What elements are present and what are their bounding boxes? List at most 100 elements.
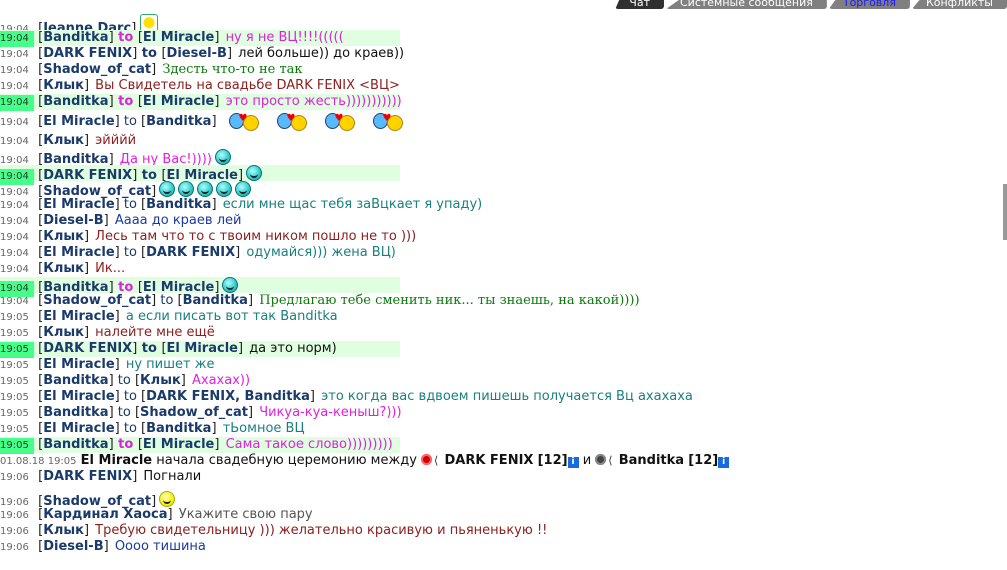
- sender-nick[interactable]: Клык: [43, 325, 84, 340]
- message-text: Сама такое слово))))))))): [225, 437, 393, 452]
- message-time: 19:06: [0, 542, 29, 553]
- message-time: 19:04: [0, 49, 29, 60]
- message-time: 19:04: [0, 216, 29, 227]
- smiley-icon: [222, 277, 239, 293]
- bracket: ]: [237, 341, 244, 356]
- recipient-nick[interactable]: Banditka: [146, 114, 211, 129]
- to-label: to: [119, 114, 142, 129]
- recipient-nick[interactable]: Banditka: [146, 421, 211, 436]
- recipient-nick[interactable]: DARK FENIX: [146, 245, 235, 260]
- message-text: Лесь там что то с твоим ником пошло не т…: [95, 229, 417, 244]
- actor-name[interactable]: El Miracle: [81, 453, 152, 468]
- sender-nick[interactable]: Banditka: [43, 30, 108, 45]
- message-text: это просто жесть))))))))))): [225, 94, 402, 109]
- chat-line: 19:04 [Banditka] Да ну Вас!)))): [0, 149, 1000, 167]
- message-time: 19:05: [0, 392, 29, 403]
- recipient-nick[interactable]: Shadow_of_cat: [140, 405, 248, 420]
- info-icon[interactable]: i: [718, 457, 730, 468]
- message-text: одумайся))) жена ВЦ): [246, 245, 396, 260]
- chat-line: 19:04 [El Miracle] to [Banditka] если мн…: [0, 197, 1000, 213]
- to-label: to: [113, 373, 135, 388]
- info-icon[interactable]: i: [567, 457, 579, 468]
- message-text: ну я не ВЦ!!!!(((((: [225, 30, 344, 45]
- sender-nick[interactable]: Клык: [43, 133, 84, 148]
- message-text: тЬомное ВЦ: [222, 421, 305, 436]
- heart-icon: ♥: [238, 113, 248, 124]
- bracket: ]: [132, 469, 138, 484]
- tab-2[interactable]: Торговля: [828, 0, 910, 9]
- bracket: ]: [180, 373, 186, 388]
- bracket: ]: [235, 245, 241, 260]
- sender-nick[interactable]: Shadow_of_cat: [43, 62, 151, 77]
- to-label: to: [113, 94, 138, 109]
- recipient-nick[interactable]: El Miracle: [143, 437, 214, 452]
- sender-nick[interactable]: El Miracle: [43, 309, 114, 324]
- kiss-smiley-icon: ♥: [276, 111, 313, 131]
- recipient-nick[interactable]: El Miracle: [167, 341, 238, 356]
- message-time: 19:05: [0, 360, 29, 371]
- message-time: 19:06: [0, 526, 29, 537]
- recipient-nick[interactable]: Diesel-B: [167, 46, 227, 61]
- message-time: 19:06: [0, 510, 29, 521]
- sender-nick[interactable]: El Miracle: [43, 245, 114, 260]
- to-label: to: [113, 30, 138, 45]
- alignment-icon: [421, 454, 433, 465]
- sender-nick[interactable]: Shadow_of_cat: [43, 293, 151, 308]
- chat-line: 19:05 [Banditka] to [El Miracle] Сама та…: [0, 437, 1000, 454]
- sender-nick[interactable]: Banditka: [43, 437, 108, 452]
- sender-nick[interactable]: Клык: [43, 78, 84, 93]
- sender-nick[interactable]: Banditka: [43, 405, 108, 420]
- chat-line: 19:04 [Клык] Ик...: [0, 261, 1000, 277]
- scrollbar-thumb[interactable]: [1003, 184, 1007, 240]
- recipient-nick[interactable]: Клык: [140, 373, 181, 388]
- sender-nick[interactable]: Клык: [43, 261, 84, 276]
- to-label: to: [156, 293, 178, 308]
- sender-nick[interactable]: Diesel-B: [43, 539, 103, 554]
- sender-nick[interactable]: Banditka: [43, 373, 108, 388]
- sender-nick[interactable]: Banditka: [43, 94, 108, 109]
- tab-3[interactable]: Конфликты: [911, 0, 1007, 9]
- bracket: ]: [83, 325, 90, 340]
- chat-line: 19:05 [El Miracle] а если писать вот так…: [0, 309, 1000, 325]
- sender-nick[interactable]: El Miracle: [43, 357, 114, 372]
- recipient-nick[interactable]: Banditka: [146, 197, 211, 212]
- recipient-nick[interactable]: El Miracle: [143, 30, 214, 45]
- chat-line: 19:04 [Jeanne Darc]: [0, 14, 1000, 38]
- sender-nick[interactable]: Diesel-B: [43, 213, 103, 228]
- chat-line: 19:04 [Клык] Вы Свидетель на свадьбе DAR…: [0, 78, 1000, 94]
- tab-0[interactable]: Чат: [615, 0, 664, 9]
- tab-1[interactable]: Системные сообщения: [665, 0, 827, 9]
- chat-log[interactable]: 19:04 [Jeanne Darc]19:04 [Banditka] to […: [0, 14, 1000, 555]
- kiss-smiley-icon: ♥: [228, 111, 265, 131]
- message-time: 19:04: [0, 117, 29, 128]
- sender-nick[interactable]: El Miracle: [43, 421, 114, 436]
- recipient-nick[interactable]: Banditka: [183, 293, 248, 308]
- message-time: 19:06: [0, 472, 29, 483]
- bracket: ]: [309, 389, 315, 404]
- participant-2-level: [12]: [688, 453, 719, 468]
- participant-1[interactable]: DARK FENIX: [444, 453, 533, 468]
- chat-line: 19:04 [Shadow_of_cat] Здесть что-то не т…: [0, 62, 1000, 78]
- sender-nick[interactable]: DARK FENIX: [43, 341, 132, 356]
- bracket: ]: [151, 62, 157, 77]
- message-text: а если писать вот так Banditka: [125, 309, 338, 324]
- sender-nick[interactable]: Клык: [43, 523, 84, 538]
- recipient-nick[interactable]: DARK FENIX, Banditka: [146, 389, 310, 404]
- sender-nick[interactable]: El Miracle: [43, 389, 114, 404]
- bracket: ]: [226, 46, 233, 61]
- chat-line: 19:05 [DARK FENIX] to [El Miracle] да эт…: [0, 341, 1000, 358]
- message-text: если мне щас тебя заВцкает я упаду): [222, 197, 483, 212]
- message-text: Оооо тишина: [114, 539, 206, 554]
- to-label: to: [119, 421, 142, 436]
- sender-nick[interactable]: Кардинал Хаоса: [43, 507, 167, 522]
- sender-nick[interactable]: DARK FENIX: [43, 469, 132, 484]
- participant-2[interactable]: Banditka: [619, 453, 684, 468]
- sender-nick[interactable]: El Miracle: [43, 197, 114, 212]
- sender-nick[interactable]: DARK FENIX: [43, 46, 132, 61]
- bracket: ]: [114, 357, 120, 372]
- smiley-icon: [197, 181, 214, 197]
- sender-nick[interactable]: Клык: [43, 229, 84, 244]
- bracket: ]: [83, 261, 90, 276]
- sender-nick[interactable]: El Miracle: [43, 114, 114, 129]
- recipient-nick[interactable]: El Miracle: [143, 94, 214, 109]
